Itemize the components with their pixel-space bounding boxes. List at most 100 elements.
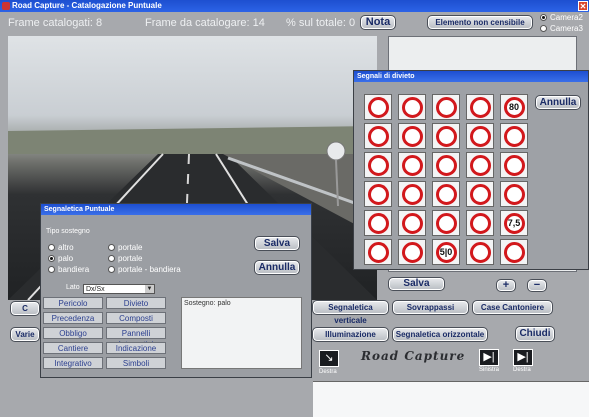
- sign-circle-shape: [402, 213, 423, 234]
- lato-label: Lato: [66, 284, 80, 291]
- destra-play-icon[interactable]: ▶|: [513, 349, 533, 366]
- sign-text: 7,5: [507, 218, 521, 228]
- sign-circle-shape: [368, 126, 389, 147]
- sign-circle-shape: [402, 184, 423, 205]
- sign-no-hazmat-icon[interactable]: [466, 181, 494, 207]
- sign-circle-shape: [436, 213, 457, 234]
- sign-no-u-turn-icon[interactable]: [432, 210, 460, 236]
- sign-no-pedestrian-icon[interactable]: [466, 123, 494, 149]
- nota-button[interactable]: Nota: [360, 15, 396, 30]
- sign-no-bicycle-icon[interactable]: [500, 123, 528, 149]
- sign-circle-shape: [504, 242, 525, 263]
- sign-circle-shape: [368, 97, 389, 118]
- sign-end-restriction-icon[interactable]: [398, 239, 426, 265]
- sign-text: 80: [508, 102, 519, 112]
- c-button[interactable]: C: [10, 301, 40, 316]
- minus-button[interactable]: −: [527, 279, 547, 292]
- category-button-divieto[interactable]: Divieto: [106, 297, 166, 309]
- sign-no-hazmat-2-icon[interactable]: [500, 181, 528, 207]
- seg-salva-button[interactable]: Salva: [254, 236, 300, 251]
- percentuale-label: % sul totale: 0: [286, 17, 356, 29]
- sign-no-buses-icon[interactable]: [432, 152, 460, 178]
- close-icon[interactable]: ✕: [578, 1, 588, 11]
- sign-circle-shape: [470, 97, 491, 118]
- sign-end-no-overtaking-icon[interactable]: [466, 239, 494, 265]
- segnaletica-orizzontale-button[interactable]: Segnaletica orizzontale: [392, 327, 488, 342]
- sign-no-entry-empty-icon[interactable]: [364, 94, 392, 120]
- category-button-composti[interactable]: Composti: [106, 312, 166, 324]
- sign-no-left-icon[interactable]: [364, 210, 392, 236]
- sign-no-trucks-icon[interactable]: [364, 123, 392, 149]
- sign-end-all-icon[interactable]: [500, 239, 528, 265]
- radio-palo[interactable]: palo: [48, 254, 73, 263]
- sign-circle-shape: [504, 184, 525, 205]
- sign-no-horn-icon[interactable]: [466, 210, 494, 236]
- sign-circle-shape: [368, 184, 389, 205]
- sign-no-cars-icon[interactable]: [364, 181, 392, 207]
- radio-portale-2[interactable]: portale: [108, 254, 142, 263]
- tipo-sostegno-label: Tipo sostegno: [46, 228, 90, 235]
- camera3-radio[interactable]: Camera3: [540, 24, 583, 33]
- segnaletica-puntuale-title: Segnaletica Puntuale: [41, 204, 311, 215]
- sovrappassi-button[interactable]: Sovrappassi: [392, 300, 469, 315]
- category-button-simboli[interactable]: Simboli: [106, 357, 166, 369]
- radio-portale-bandiera[interactable]: portale - bandiera: [108, 265, 181, 274]
- category-button-obbligo[interactable]: Obbligo: [43, 327, 103, 339]
- illuminazione-button[interactable]: Illuminazione: [312, 327, 389, 342]
- sign-no-vehicles-width-icon[interactable]: [466, 152, 494, 178]
- sostegno-note-box[interactable]: Sostegno: palo: [181, 297, 302, 369]
- category-button-precedenza[interactable]: Precedenza: [43, 312, 103, 324]
- varie-button[interactable]: Varie: [10, 327, 40, 342]
- category-button-cantiere[interactable]: Cantiere: [43, 342, 103, 354]
- category-button-pericolo[interactable]: Pericolo: [43, 297, 103, 309]
- radio-altro[interactable]: altro: [48, 243, 74, 252]
- bottom-status-area: [313, 381, 589, 417]
- sign-no-overtaking-icon[interactable]: [432, 94, 460, 120]
- sign-circle-shape: [368, 155, 389, 176]
- sign-no-bicycle-2-icon[interactable]: [364, 152, 392, 178]
- sign-no-motor-vehicles-icon[interactable]: [398, 152, 426, 178]
- sign-no-goods-icon[interactable]: [398, 123, 426, 149]
- sign-no-towing-icon[interactable]: [398, 181, 426, 207]
- sign-circle-shape: [470, 126, 491, 147]
- signs-annulla-button[interactable]: Annulla: [535, 95, 581, 110]
- sign-5.0-icon[interactable]: 5|0: [432, 239, 460, 265]
- sign-no-motorcycle-icon[interactable]: [432, 123, 460, 149]
- elemento-non-censibile-button[interactable]: Elemento non censibile: [427, 15, 533, 30]
- sign-no-stopping-icon[interactable]: [364, 239, 392, 265]
- destra-label-2: Destra: [513, 367, 531, 373]
- segnaletica-verticale-button[interactable]: Segnaletica verticale: [312, 300, 389, 325]
- chevron-down-icon: ▼: [145, 285, 154, 293]
- sign-circle-shape: [436, 184, 457, 205]
- segnali-divieto-window: Segnali di divieto 80 7,5 5|0 Annulla: [353, 70, 589, 270]
- sign-circle-shape: [470, 242, 491, 263]
- sign-80-icon[interactable]: 80: [500, 94, 528, 120]
- radio-bandiera[interactable]: bandiera: [48, 265, 89, 274]
- chiudi-button[interactable]: Chiudi: [515, 326, 555, 342]
- sign-no-right-icon[interactable]: [398, 210, 426, 236]
- sign-circle-shape: [436, 155, 457, 176]
- seg-annulla-button[interactable]: Annulla: [254, 260, 300, 275]
- plus-button[interactable]: +: [496, 279, 516, 292]
- sign-no-overtaking-trucks-icon[interactable]: [466, 94, 494, 120]
- category-button-integrativo[interactable]: Integrativo: [43, 357, 103, 369]
- radio-portale-1[interactable]: portale: [108, 243, 142, 252]
- sign-no-entry-icon[interactable]: [398, 94, 426, 120]
- salva-button[interactable]: Salva: [388, 277, 445, 291]
- category-button-pannelli-integrativi[interactable]: Pannelli Integrativi: [106, 327, 166, 349]
- sign-7.5t-icon[interactable]: 7,5: [500, 210, 528, 236]
- sign-circle-shape: [504, 155, 525, 176]
- sign-no-trucks-2-icon[interactable]: [500, 152, 528, 178]
- window-title-bar: Road Capture - Catalogazione Puntuale ✕: [0, 0, 589, 12]
- road-capture-logo: Road Capture: [361, 349, 466, 363]
- category-button-indicazione[interactable]: Indicazione: [106, 342, 166, 354]
- sign-no-tractors-icon[interactable]: [432, 181, 460, 207]
- sign-text: 5|0: [439, 247, 453, 257]
- destra-label-1: Destra: [319, 369, 337, 375]
- case-cantoniere-button[interactable]: Case Cantoniere: [472, 300, 553, 315]
- lato-select[interactable]: Dx/Sx ▼: [83, 284, 155, 294]
- sign-circle-shape: [402, 126, 423, 147]
- sinistra-play-icon[interactable]: ▶|: [479, 349, 499, 366]
- camera2-radio[interactable]: Camera2: [540, 13, 583, 22]
- destra-nav-icon[interactable]: ↘: [319, 350, 339, 367]
